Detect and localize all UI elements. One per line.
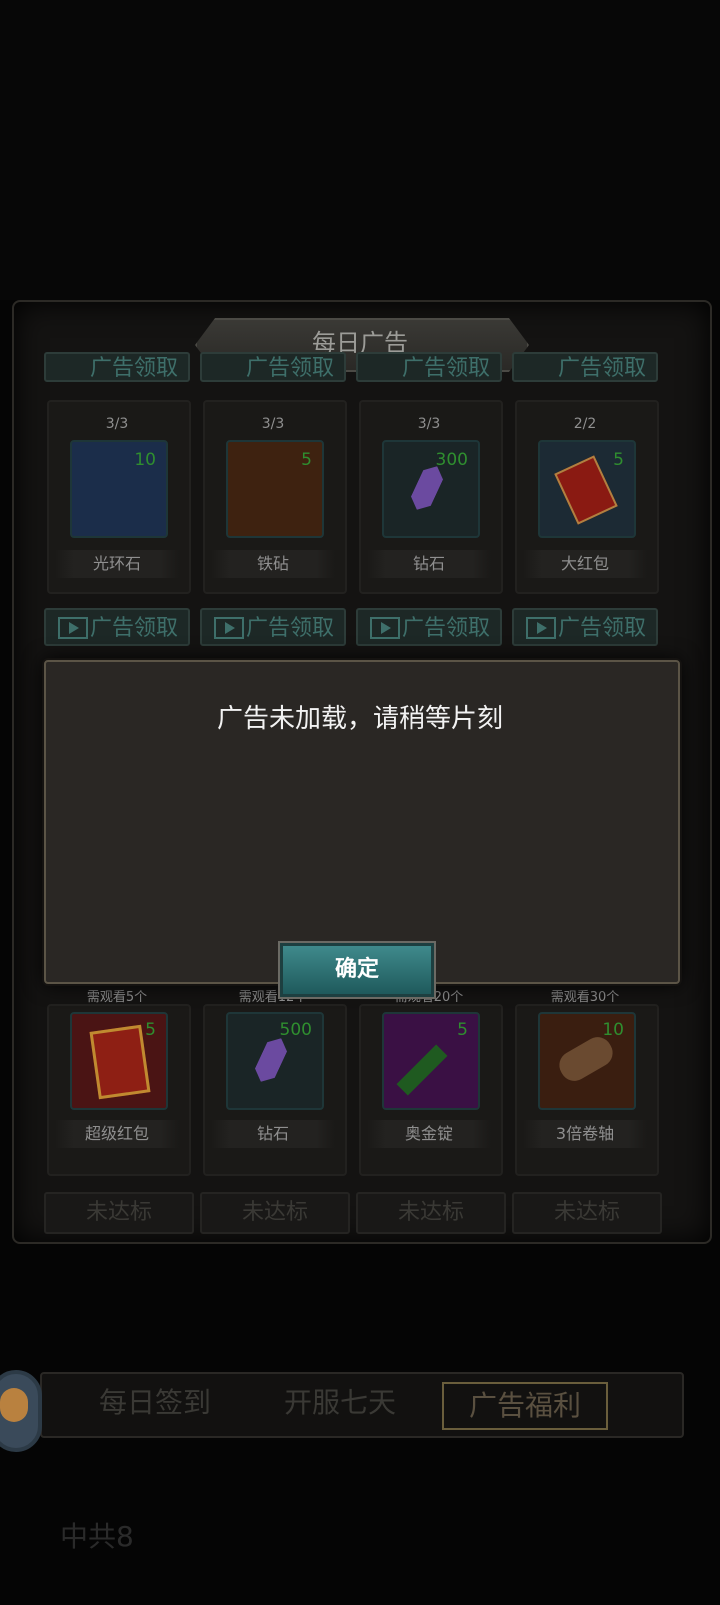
dialog-message: 广告未加载，请稍等片刻 xyxy=(216,704,503,734)
reward-name: 奥金锭 xyxy=(367,1120,491,1148)
avatar-face-icon xyxy=(0,1388,28,1422)
not-reached-button[interactable]: 未达标 xyxy=(200,1192,350,1234)
ad-claim-button[interactable]: 广告领取 xyxy=(512,352,658,382)
ad-claim-button[interactable]: 广告领取 xyxy=(356,352,502,382)
reward-quantity: 5 xyxy=(457,1020,468,1040)
play-icon xyxy=(370,617,400,639)
reward-name: 光环石 xyxy=(55,550,179,578)
not-reached-button[interactable]: 未达标 xyxy=(356,1192,506,1234)
reward-quantity: 5 xyxy=(145,1020,156,1040)
ad-claim-button[interactable]: 广告领取 xyxy=(356,608,502,646)
tab-daily-signin[interactable]: 每日签到 xyxy=(70,1372,240,1434)
reward-name: 超级红包 xyxy=(55,1120,179,1148)
reward-quantity: 10 xyxy=(602,1020,624,1040)
ad-claim-button[interactable]: 广告领取 xyxy=(44,608,190,646)
ad-claim-button[interactable]: 广告领取 xyxy=(44,352,190,382)
reward-name: 大红包 xyxy=(523,550,647,578)
ad-claim-button[interactable]: 广告领取 xyxy=(512,608,658,646)
claim-count: 2/2 xyxy=(573,416,597,432)
watch-requirement: 需观看5个 xyxy=(86,990,148,1005)
confirm-button[interactable]: 确定 xyxy=(278,941,436,999)
reward-quantity: 10 xyxy=(134,450,156,470)
tab-server-seven-days[interactable]: 开服七天 xyxy=(255,1372,425,1434)
background-label: 中共8 xyxy=(60,1520,134,1553)
reward-name: 3倍卷轴 xyxy=(523,1120,647,1148)
reward-name: 铁砧 xyxy=(211,550,335,578)
ad-claim-button[interactable]: 广告领取 xyxy=(200,352,346,382)
not-reached-button[interactable]: 未达标 xyxy=(512,1192,662,1234)
watch-requirement: 需观看30个 xyxy=(550,990,620,1005)
claim-count: 3/3 xyxy=(417,416,441,432)
reward-quantity: 5 xyxy=(301,450,312,470)
play-icon xyxy=(58,617,88,639)
reward-name: 钻石 xyxy=(211,1120,335,1148)
tab-ad-welfare[interactable]: 广告福利 xyxy=(442,1382,608,1430)
dimmed-background xyxy=(0,0,720,300)
reward-name: 钻石 xyxy=(367,550,491,578)
play-icon xyxy=(526,617,556,639)
ad-claim-button[interactable]: 广告领取 xyxy=(200,608,346,646)
not-reached-button[interactable]: 未达标 xyxy=(44,1192,194,1234)
claim-count: 3/3 xyxy=(261,416,285,432)
reward-quantity: 500 xyxy=(279,1020,312,1040)
reward-quantity: 300 xyxy=(435,450,468,470)
reward-quantity: 5 xyxy=(613,450,624,470)
claim-count: 3/3 xyxy=(105,416,129,432)
play-icon xyxy=(214,617,244,639)
